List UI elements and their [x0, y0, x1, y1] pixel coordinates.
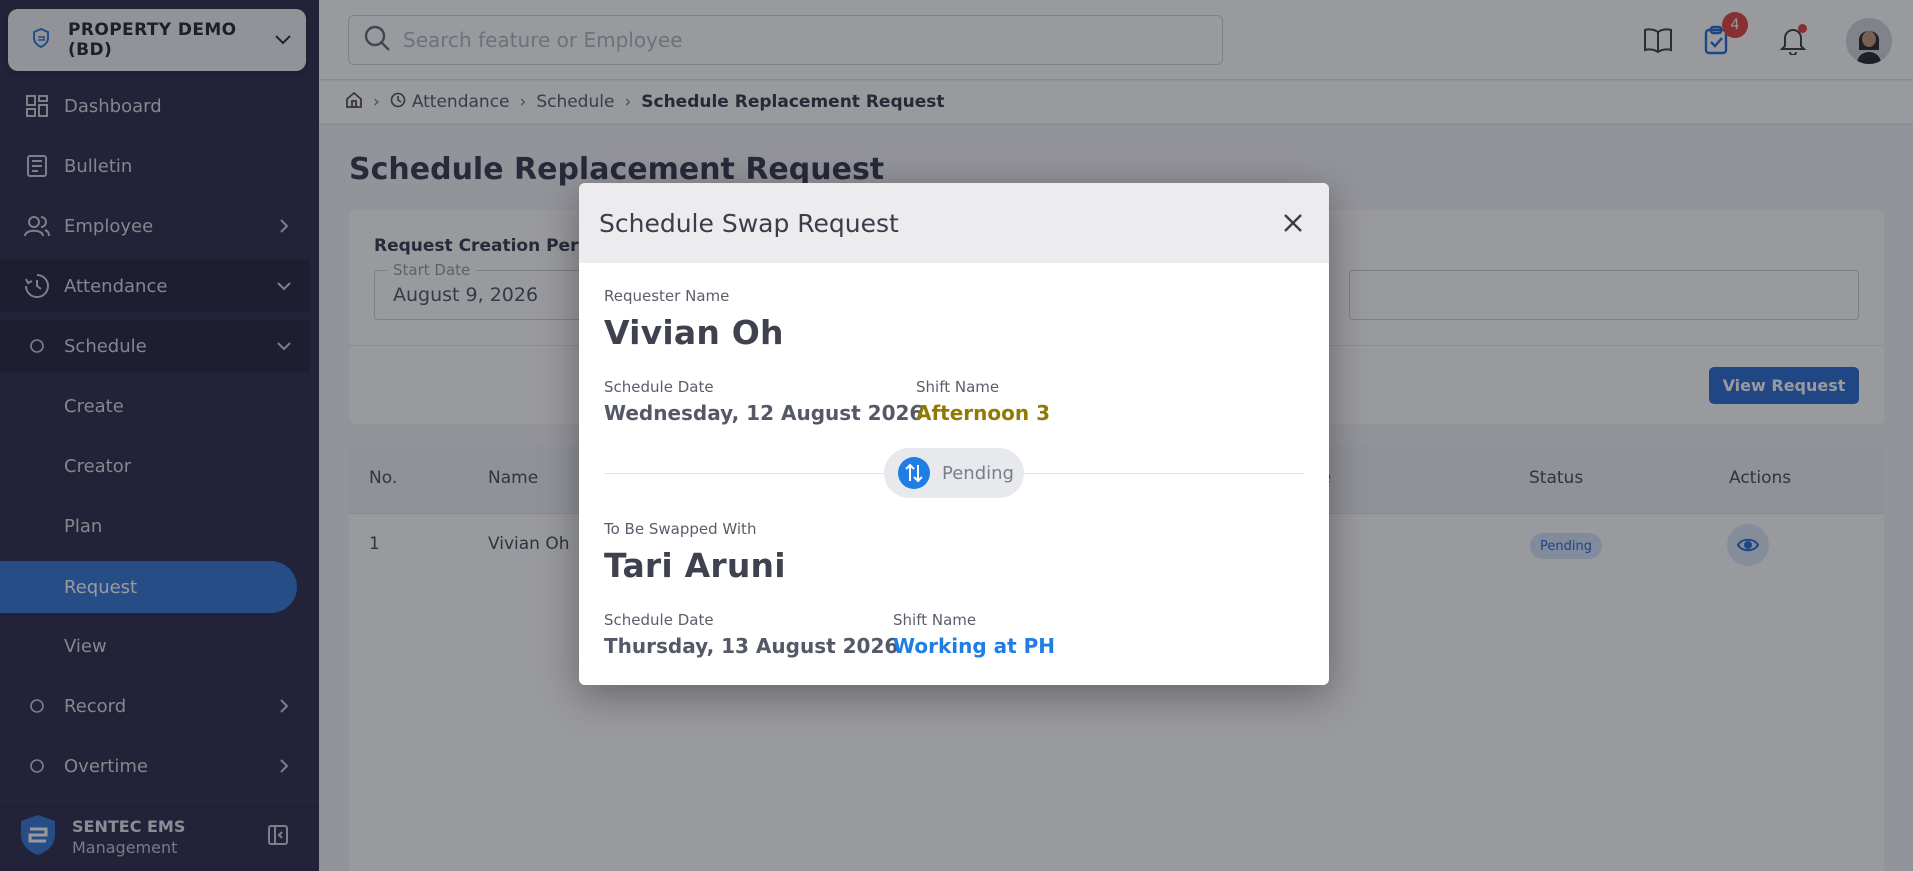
close-icon[interactable]	[1271, 201, 1315, 245]
schedule-swap-modal: Schedule Swap Request Requester Name Viv…	[579, 183, 1329, 685]
swap-with-label: To Be Swapped With	[604, 520, 757, 538]
swap-icon	[898, 457, 930, 489]
shift-label: Shift Name	[916, 378, 1000, 396]
swap-shift-label: Shift Name	[893, 611, 977, 629]
swap-shift-name-value: Working at PH	[893, 634, 1056, 658]
requester-label: Requester Name	[604, 287, 730, 305]
swap-schedule-date-label: Schedule Date	[604, 611, 714, 629]
schedule-date-label: Schedule Date	[604, 378, 714, 396]
status-chip: Pending	[884, 448, 1024, 498]
modal-title: Schedule Swap Request	[599, 208, 899, 238]
schedule-date-value: Wednesday, 12 August 2026	[604, 401, 924, 425]
requester-name: Vivian Oh	[604, 313, 784, 352]
status-text: Pending	[942, 462, 1014, 484]
modal-header: Schedule Swap Request	[579, 183, 1329, 263]
swap-with-name: Tari Aruni	[604, 546, 786, 585]
shift-name-value: Afternoon 3	[916, 401, 1051, 425]
swap-schedule-date-value: Thursday, 13 August 2026	[604, 634, 899, 658]
